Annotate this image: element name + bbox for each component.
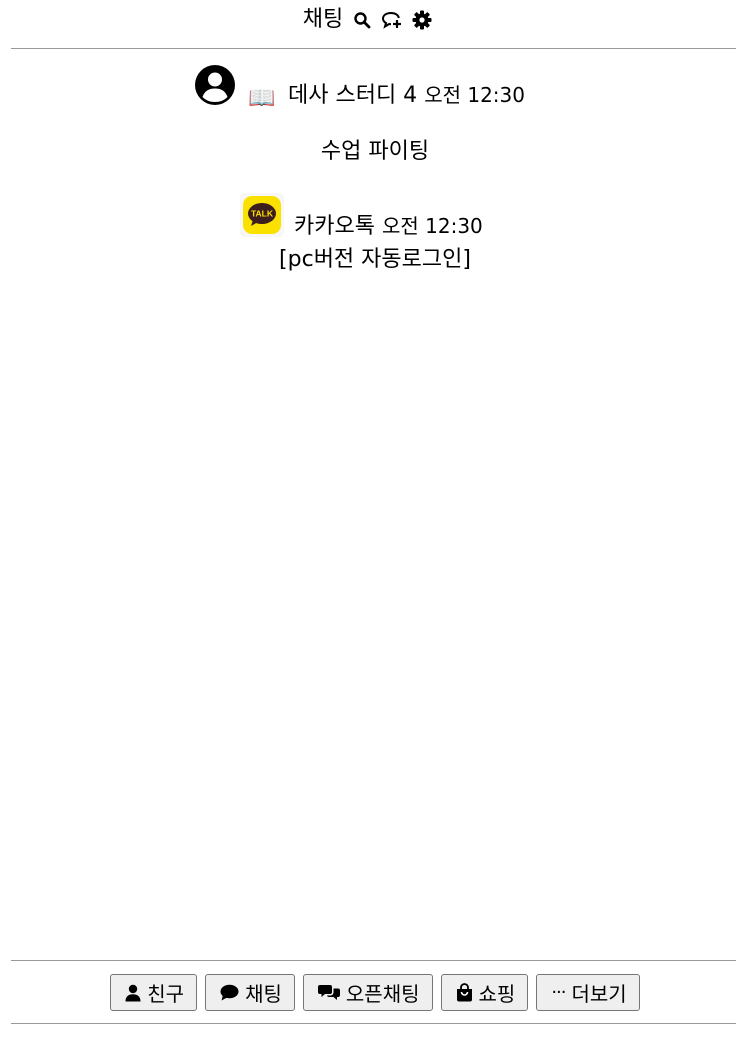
logo-text: TALK xyxy=(251,209,274,219)
top-bar: 채팅 xyxy=(0,0,736,40)
search-icon[interactable] xyxy=(351,9,373,31)
chat-time: 오전 12:30 xyxy=(424,83,525,107)
nav-label: 친구 xyxy=(147,982,185,1006)
nav-friends-button[interactable]: 친구 xyxy=(110,974,198,1011)
user-icon xyxy=(125,984,141,1002)
nav-label: 오픈채팅 xyxy=(345,982,420,1006)
book-icon: 📖 xyxy=(248,86,276,111)
chat-name: 카카오톡 xyxy=(294,214,375,239)
chat-last-message: 수업 파이팅 xyxy=(320,139,430,164)
nav-open-chat-button[interactable]: 오픈채팅 xyxy=(302,974,433,1011)
nav-chat-button[interactable]: 채팅 xyxy=(205,974,295,1011)
shopping-bag-icon xyxy=(456,983,473,1002)
nav-label: 쇼핑 xyxy=(478,982,516,1006)
bottom-divider-top xyxy=(11,960,736,961)
chat-name: 데사 스터디 4 xyxy=(288,83,418,108)
bottom-nav: 친구 채팅 오픈채팅 쇼핑 ··· 더보기 xyxy=(0,974,736,1012)
chat-screen: 채팅 📖 데사 스터디 4 오전 12:30 수업 파이팅 TALK 카카오톡 … xyxy=(0,0,736,1039)
nav-shopping-button[interactable]: 쇼핑 xyxy=(440,974,529,1011)
gear-icon[interactable] xyxy=(411,9,433,31)
nav-more-button[interactable]: ··· 더보기 xyxy=(536,974,640,1011)
open-chat-icon xyxy=(317,984,340,1002)
chat-time: 오전 12:30 xyxy=(381,214,483,238)
kakaotalk-logo: TALK xyxy=(240,193,284,237)
top-divider xyxy=(11,48,736,49)
user-circle-icon xyxy=(194,64,236,106)
chat-title: 카카오톡 오전 12:30 xyxy=(294,216,483,238)
chat-add-icon[interactable] xyxy=(381,9,403,31)
more-icon: ··· xyxy=(551,981,566,1003)
bottom-divider-bottom xyxy=(11,1023,736,1024)
page-title: 채팅 xyxy=(302,7,344,32)
nav-label: 채팅 xyxy=(245,982,282,1006)
chat-title: 데사 스터디 4 오전 12:30 xyxy=(288,85,525,107)
chat-bubble-icon xyxy=(220,984,239,1001)
nav-label: 더보기 xyxy=(571,982,627,1006)
chat-last-message: [pc버전 자동로그인] xyxy=(279,247,471,272)
